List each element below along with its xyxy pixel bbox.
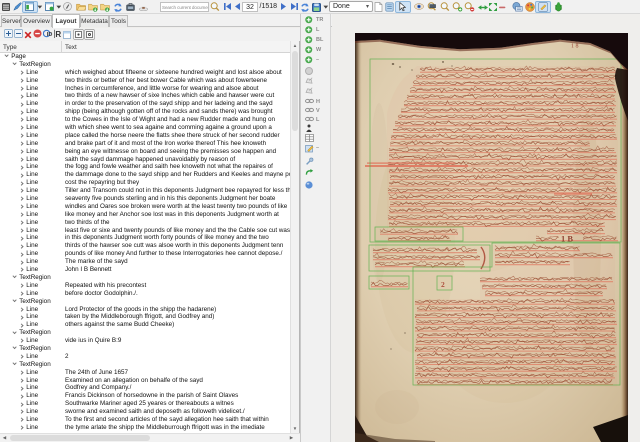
svg-text:2: 2 — [441, 280, 445, 289]
svg-text:R: R — [55, 30, 61, 39]
svg-text:1 8: 1 8 — [571, 44, 579, 50]
svg-text:ID: ID — [47, 32, 53, 38]
